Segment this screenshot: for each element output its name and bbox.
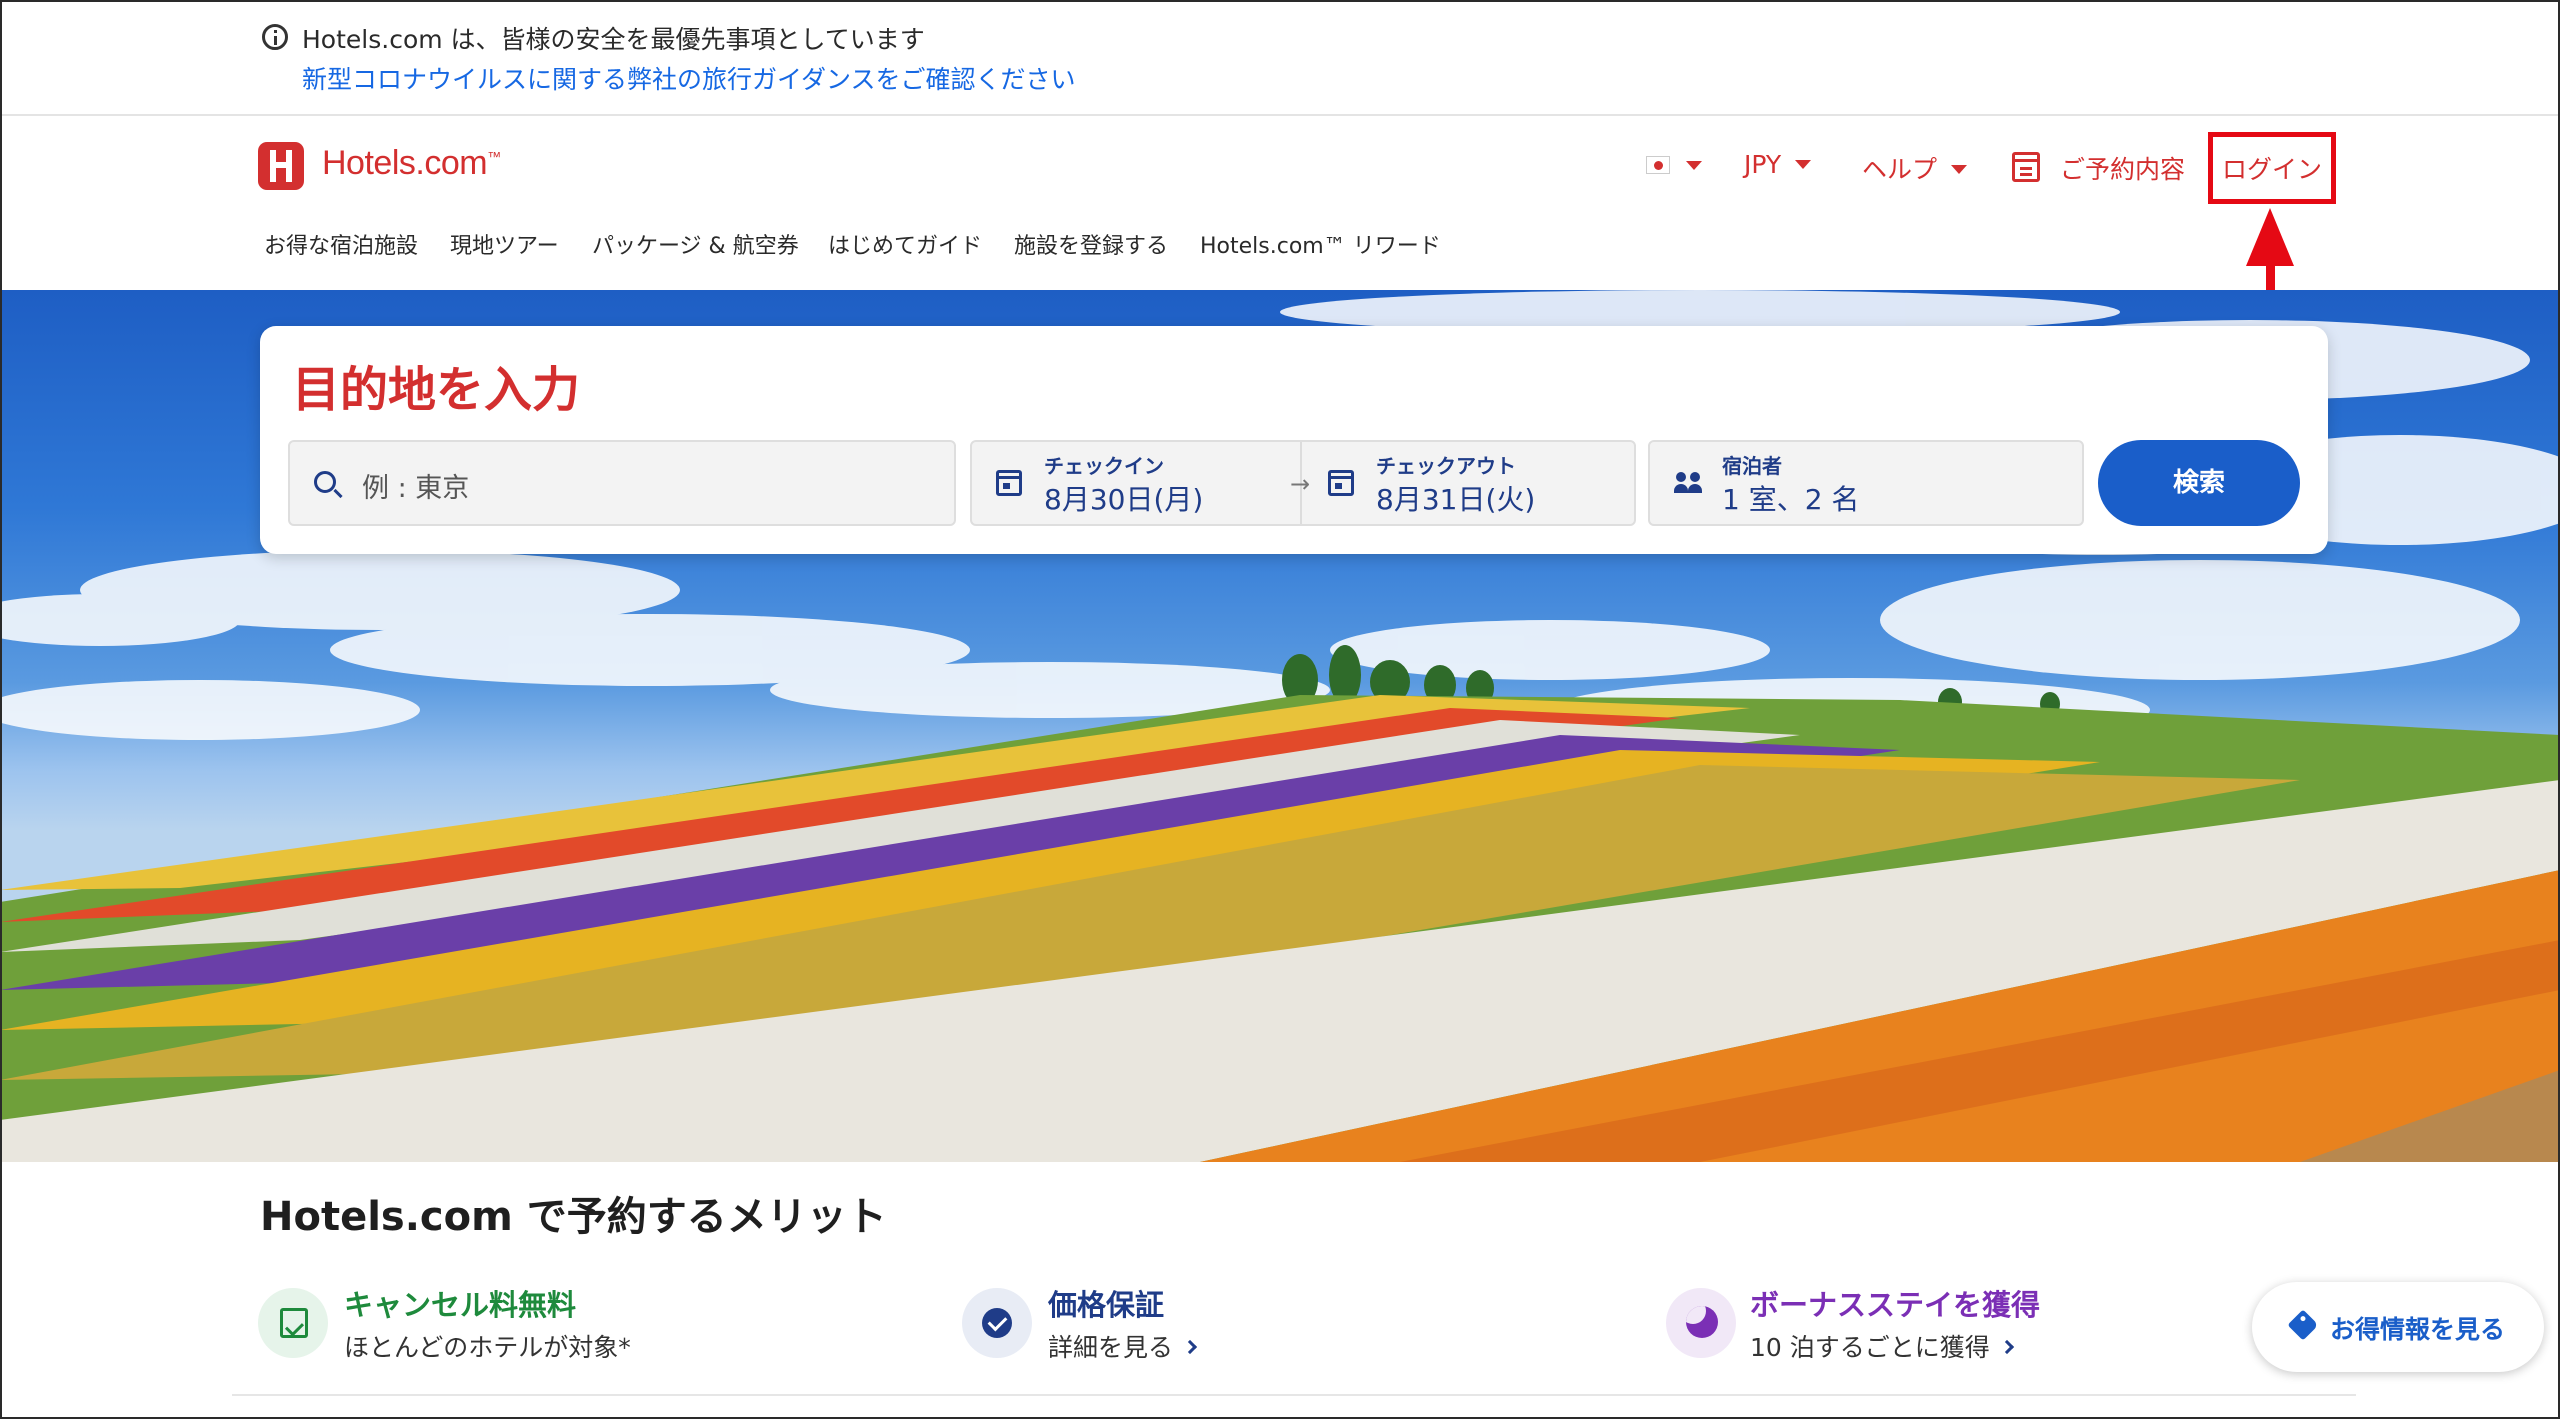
benefit-bonus-stay-link[interactable]: 10 泊するごとに獲得 — [1750, 1328, 2014, 1364]
logo-text: Hotels.com — [322, 144, 488, 182]
guests-value: 1 室、2 名 — [1722, 483, 1860, 516]
covid-guidance-link[interactable]: 新型コロナウイルスに関する弊社の旅行ガイダンスをご確認ください — [302, 60, 1076, 96]
chevron-down-icon — [1795, 160, 1812, 169]
chevron-right-icon — [1182, 1339, 1198, 1355]
arrow-right-icon: → — [1290, 470, 1311, 498]
destination-placeholder: 例 : 東京 — [362, 473, 470, 504]
chevron-down-icon — [1951, 165, 1968, 174]
checkin-value[interactable]: 8月30日(月) — [1044, 478, 1203, 518]
people-icon — [1674, 472, 1704, 494]
benefit-price-guarantee-title: 価格保証 — [1048, 1288, 1165, 1322]
nav-deals[interactable]: お得な宿泊施設 — [264, 228, 418, 260]
nav-packages[interactable]: パッケージ & 航空券 — [592, 228, 799, 260]
check-badge-icon — [982, 1308, 1012, 1338]
search-heading: 目的地を入力 — [292, 362, 581, 418]
nav-first-guide[interactable]: はじめてガイド — [828, 228, 982, 260]
search-button[interactable]: 検索 — [2098, 440, 2300, 526]
calendar-icon — [1328, 470, 1354, 496]
login-button[interactable]: ログイン — [2222, 150, 2322, 186]
notice-message: Hotels.com は、皆様の安全を最優先事項としています — [302, 25, 925, 54]
calendar-icon — [996, 470, 1022, 496]
chevron-right-icon — [1999, 1339, 2014, 1355]
benefit-price-guarantee-link[interactable]: 詳細を見る — [1048, 1328, 1198, 1364]
nav-rewards[interactable]: Hotels.com™ リワード — [1200, 228, 1441, 260]
section-divider — [232, 1394, 2356, 1396]
currency-selector[interactable]: JPY — [1744, 150, 1812, 179]
benefit-bonus-stay-title: ボーナスステイを獲得 — [1750, 1288, 2041, 1322]
search-icon — [314, 471, 336, 493]
guests-label: 宿泊者 — [1722, 454, 1782, 478]
help-label: ヘルプ — [1862, 155, 1938, 184]
japan-flag-icon — [1646, 156, 1670, 174]
checkout-value[interactable]: 8月31日(火) — [1376, 478, 1535, 518]
nav-tours[interactable]: 現地ツアー — [450, 228, 559, 260]
logo-trademark: ™ — [487, 148, 501, 165]
calendar-check-icon — [280, 1308, 308, 1338]
nav-list-property[interactable]: 施設を登録する — [1014, 228, 1168, 260]
benefits-heading: Hotels.com で予約するメリット — [260, 1194, 887, 1240]
help-menu[interactable]: ヘルプ — [1862, 150, 1968, 186]
currency-label: JPY — [1744, 150, 1782, 179]
chevron-down-icon — [1686, 161, 1702, 170]
bonus-stay-link-label: 10 泊するごとに獲得 — [1750, 1333, 1990, 1362]
annotation-arrow-head — [2246, 208, 2294, 266]
price-guarantee-link-label: 詳細を見る — [1048, 1333, 1174, 1362]
checkin-label: チェックイン — [1044, 454, 1164, 478]
calendar-icon — [2012, 152, 2040, 182]
benefit-free-cancel-subtitle: ほとんどのホテルが対象* — [344, 1333, 631, 1362]
guests-field[interactable] — [1648, 440, 2084, 526]
moon-icon — [1686, 1306, 1718, 1338]
benefit-free-cancel-title: キャンセル料無料 — [344, 1288, 577, 1322]
view-deals-label: お得情報を見る — [2330, 1315, 2506, 1344]
hotels-logo-icon-bar — [270, 162, 292, 168]
safety-notice-banner: Hotels.com は、皆様の安全を最優先事項としています 新型コロナウイルス… — [0, 0, 2560, 116]
bookings-label: ご予約内容 — [2060, 155, 2186, 184]
checkout-label: チェックアウト — [1376, 454, 1516, 478]
info-icon — [262, 24, 288, 50]
